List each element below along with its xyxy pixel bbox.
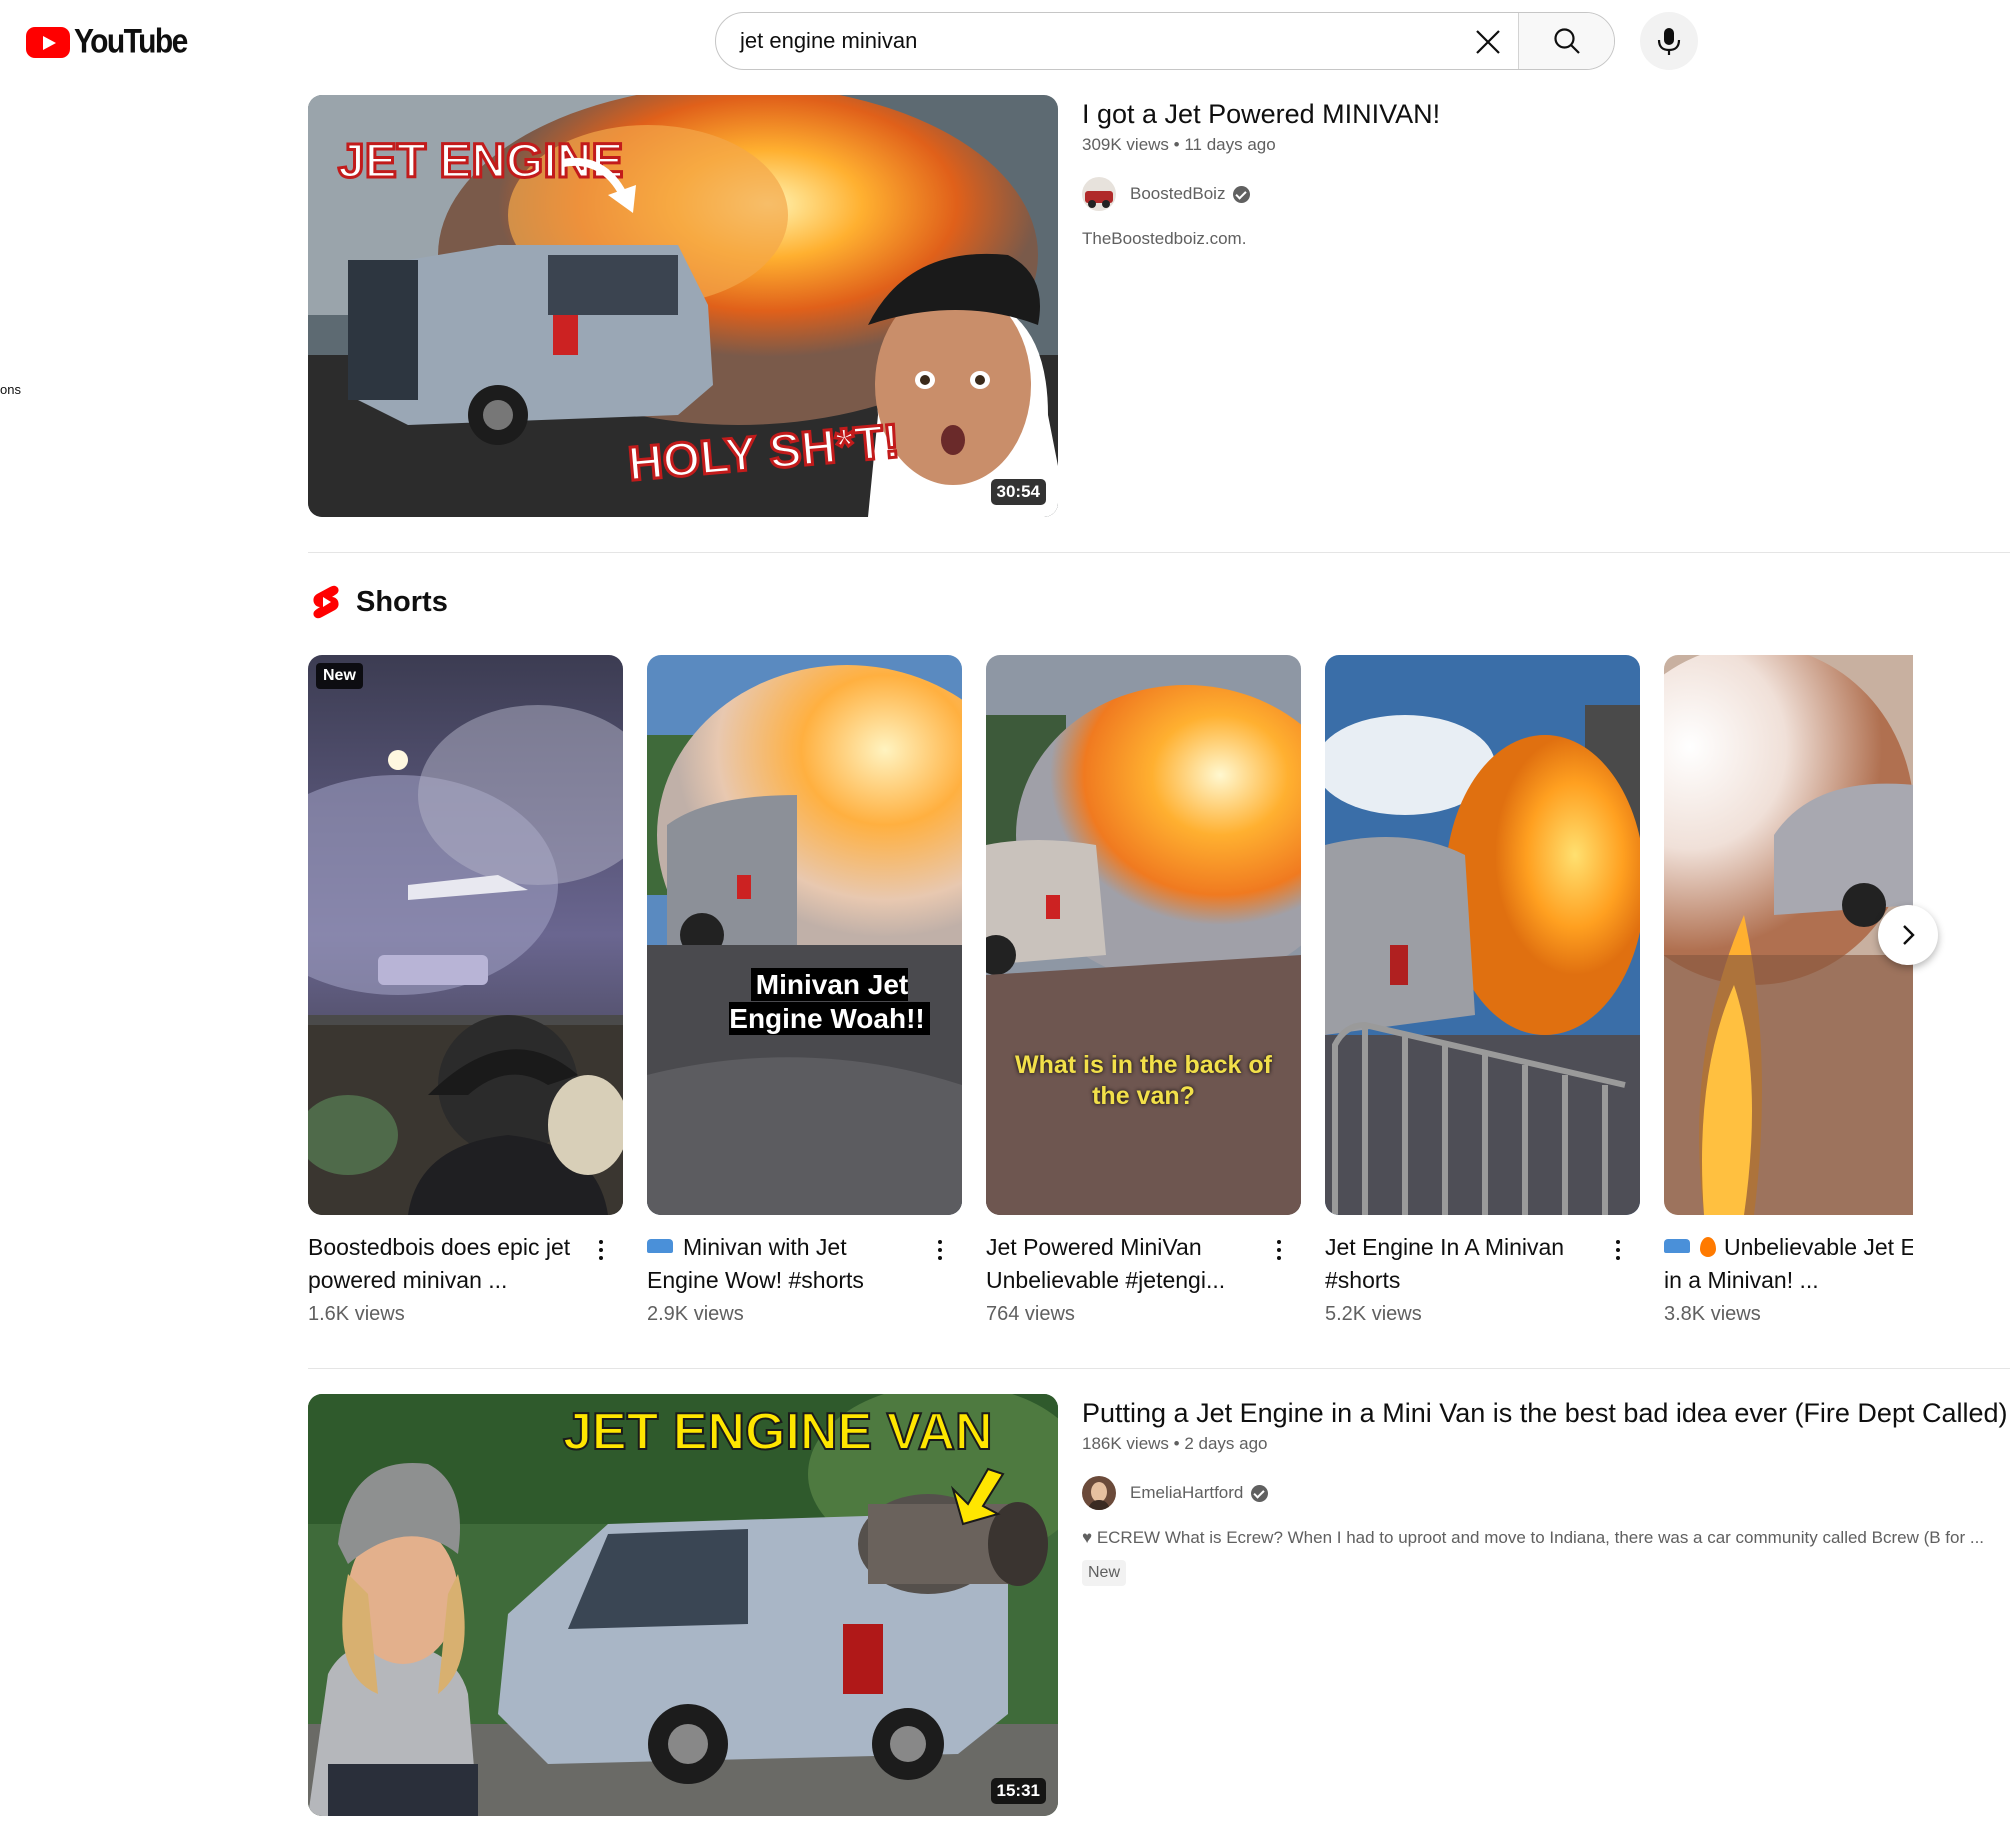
video-meta: 309K views • 11 days ago [1082,135,1276,154]
avatar[interactable] [1082,177,1116,211]
channel-name[interactable]: EmeliaHartford [1130,1483,1243,1503]
channel-row[interactable]: BoostedBoiz [1082,177,2010,211]
channel-name[interactable]: BoostedBoiz [1130,184,1225,204]
shorts-label: Shorts [356,585,448,618]
more-vert-icon[interactable] [589,1230,613,1270]
short-thumbnail[interactable]: Minivan Jet Engine Woah!! [647,655,962,1215]
video-thumbnail[interactable]: JET ENGINE HOLY SH*T! 30:54 [308,95,1058,517]
short-views: 1.6K views [308,1303,405,1325]
video-result[interactable]: JET ENGINE VAN 15:31 Putting a Jet Engin… [308,1394,2010,1816]
van-emoji-icon [1664,1239,1690,1253]
close-icon[interactable] [1473,27,1503,57]
more-vert-icon[interactable] [928,1230,952,1270]
short-item[interactable]: Minivan Jet Engine Woah!! Minivan with J… [647,655,962,1326]
video-description: TheBoostedboiz.com. [1082,229,1247,248]
search-input[interactable]: jet engine minivan [740,28,917,54]
verified-icon [1251,1484,1269,1502]
short-views: 5.2K views [1325,1303,1422,1325]
mic-icon [1657,28,1681,55]
divider [308,1368,2010,1369]
search-icon [1553,28,1580,54]
avatar[interactable] [1082,1476,1116,1510]
voice-search-button[interactable] [1640,12,1698,70]
short-item[interactable]: What is in the back of the van? Jet Powe… [986,655,1301,1326]
video-thumbnail[interactable]: JET ENGINE VAN 15:31 [308,1394,1058,1816]
divider [308,552,2010,553]
logo-text: YouTube [74,22,188,61]
short-views: 764 views [986,1303,1075,1325]
short-views: 3.8K views [1664,1303,1761,1325]
video-title[interactable]: I got a Jet Powered MINIVAN! [1082,97,2010,131]
verified-icon [1233,185,1251,203]
short-item[interactable]: New Boostedbois does epic jet powered mi… [308,655,623,1326]
youtube-logo[interactable]: YouTube [26,22,188,60]
video-info: I got a Jet Powered MINIVAN! 309K views … [1082,95,2010,249]
search-button[interactable] [1518,13,1614,69]
short-title[interactable]: Jet Engine In A Minivan #shorts [1325,1231,1595,1297]
chevron-right-icon [1903,925,1915,945]
fire-emoji-icon [1700,1237,1716,1257]
shorts-header: Shorts [312,585,448,619]
short-title[interactable]: Jet Powered MiniVan Unbelievable #jeteng… [986,1231,1256,1297]
short-views: 2.9K views [647,1303,744,1325]
short-item[interactable]: Jet Engine In A Minivan #shorts 5.2K vie… [1325,655,1640,1326]
more-vert-icon[interactable] [1606,1230,1630,1270]
video-description: ♥ ECREW What is Ecrew? When I had to upr… [1082,1528,1985,1547]
short-thumbnail[interactable]: What is in the back of the van? [986,655,1301,1215]
short-title[interactable]: Minivan with Jet Engine Wow! #shorts [647,1231,917,1297]
short-thumbnail[interactable] [1325,655,1640,1215]
search-box[interactable]: jet engine minivan [715,12,1615,70]
short-caption: Minivan Jet Engine Woah!! [729,968,930,1035]
new-badge: New [316,663,363,689]
short-caption: What is in the back of the van? [1015,1051,1272,1110]
youtube-logo-icon [26,26,70,58]
channel-row[interactable]: EmeliaHartford [1082,1476,2010,1510]
shorts-shelf: New Boostedbois does epic jet powered mi… [308,655,1913,1335]
video-title[interactable]: Putting a Jet Engine in a Mini Van is th… [1082,1396,2010,1430]
duration-badge: 15:31 [990,1778,1046,1804]
sidebar-fragment[interactable]: ons [0,382,21,397]
short-thumbnail[interactable]: New [308,655,623,1215]
van-emoji-icon [647,1239,673,1253]
more-vert-icon[interactable] [1267,1230,1291,1270]
short-item[interactable]: Unbelievable Jet Engine in a Minivan! ..… [1664,655,1913,1326]
shorts-icon [313,585,339,619]
thumb-text: JET ENGINE VAN [563,1403,993,1461]
video-info: Putting a Jet Engine in a Mini Van is th… [1082,1394,2010,1586]
duration-badge: 30:54 [990,479,1046,505]
short-title[interactable]: Unbelievable Jet Engine in a Minivan! ..… [1664,1231,1913,1297]
new-badge: New [1082,1560,1127,1586]
shorts-next-button[interactable] [1878,905,1938,965]
video-result[interactable]: JET ENGINE HOLY SH*T! 30:54 I got a Jet … [308,95,2010,517]
short-thumbnail[interactable] [1664,655,1913,1215]
video-meta: 186K views • 2 days ago [1082,1434,1268,1453]
short-title[interactable]: Boostedbois does epic jet powered miniva… [308,1231,578,1297]
